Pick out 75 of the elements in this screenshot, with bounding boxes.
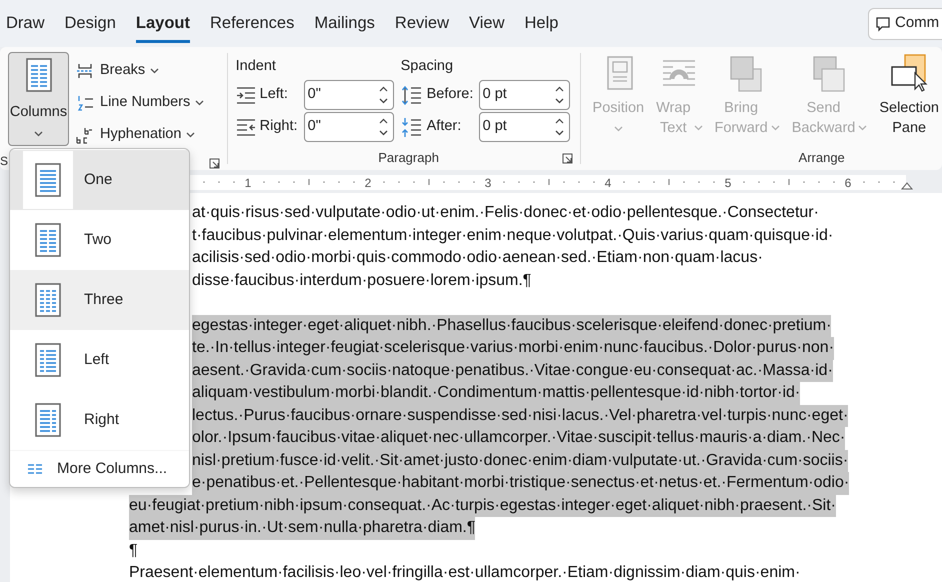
ribbon-button[interactable]: Breaks bbox=[74, 55, 162, 87]
ribbon-tab[interactable]: Draw bbox=[0, 0, 55, 47]
dialog-launcher-icon[interactable] bbox=[562, 153, 573, 164]
spin-up-icon[interactable] bbox=[378, 118, 388, 124]
ribbon-button[interactable]: Line Numbers bbox=[74, 87, 206, 119]
section-label: Indent bbox=[236, 57, 277, 76]
ruler-number: 6 bbox=[844, 176, 852, 190]
indent-marker[interactable] bbox=[900, 182, 914, 190]
ribbon-tab[interactable]: Help bbox=[514, 0, 568, 47]
menu-item[interactable]: Right bbox=[10, 390, 189, 450]
page-columns-icon bbox=[35, 403, 61, 437]
text-line: ¶ bbox=[129, 540, 138, 560]
text-line: at·quis·risus·sed·vulputate·odio·ut·enim.·Felis·donec·et·odio·pellentesque.·Consectetur· bbox=[192, 203, 819, 223]
ribbon-button[interactable]: Selection Pane bbox=[876, 47, 942, 146]
selection-pane-icon bbox=[889, 53, 930, 93]
ribbon-tab[interactable]: Mailings bbox=[304, 0, 385, 47]
field-label: Left: bbox=[260, 85, 289, 104]
ribbon-tab[interactable]: References bbox=[200, 0, 304, 47]
field-label: Before: bbox=[426, 85, 474, 104]
spin-down-icon[interactable] bbox=[554, 98, 564, 104]
comments-button[interactable]: Comm bbox=[868, 8, 942, 40]
columns-icon bbox=[27, 464, 43, 474]
spin-up-icon[interactable] bbox=[554, 118, 564, 124]
spin-down-icon[interactable] bbox=[378, 98, 388, 104]
number-field[interactable]: 0" bbox=[304, 112, 394, 142]
page-columns-icon bbox=[35, 163, 61, 197]
text-line: Praesent·elementum·facilisis·leo·vel·fringilla·est·ullamcorper.·Etiam·dignissim·diam·quis·enim· bbox=[129, 563, 800, 582]
menu-item[interactable]: Two bbox=[10, 210, 189, 270]
spacing-after-icon bbox=[400, 116, 423, 138]
group-label: Arrange bbox=[798, 149, 845, 168]
dialog-launcher-icon[interactable] bbox=[208, 158, 220, 169]
ruler-number: 2 bbox=[364, 176, 372, 190]
ribbon-tab[interactable]: Design bbox=[54, 0, 126, 47]
hyphenation-icon bbox=[76, 126, 94, 144]
ribbon-tab[interactable]: View bbox=[459, 0, 514, 47]
more-columns-item[interactable]: More Columns... bbox=[10, 451, 189, 487]
spin-up-icon[interactable] bbox=[378, 86, 388, 92]
ruler-number: 5 bbox=[724, 176, 732, 190]
text-line: disse·faucibus·interdum·posuere·lorem·ipsum.¶ bbox=[192, 270, 532, 290]
spin-up-icon[interactable] bbox=[554, 86, 564, 92]
indent-left-icon bbox=[236, 84, 256, 106]
caret-icon bbox=[195, 100, 204, 106]
text-line: t·faucibus·pulvinar·elementum·integer·enim·neque·volutpat.·Quis·varius·quam·quisque·id· bbox=[192, 226, 834, 246]
indent-right-icon bbox=[236, 116, 256, 138]
caret-icon bbox=[150, 68, 160, 74]
page-columns-icon bbox=[35, 343, 61, 377]
breaks-icon bbox=[76, 62, 94, 80]
section-label: Spacing bbox=[400, 57, 454, 76]
spin-down-icon[interactable] bbox=[378, 130, 388, 136]
number-field[interactable]: 0" bbox=[304, 80, 394, 110]
page-columns-icon bbox=[35, 223, 61, 257]
number-field[interactable]: 0 pt bbox=[478, 112, 570, 142]
columns-button[interactable]: Columns bbox=[8, 52, 69, 146]
menu-item[interactable]: Three bbox=[10, 270, 189, 330]
line-numbers-icon bbox=[76, 94, 94, 112]
ruler-number: 3 bbox=[484, 176, 492, 190]
menu-item[interactable]: Left bbox=[10, 330, 189, 390]
spin-down-icon[interactable] bbox=[554, 130, 564, 136]
text-line: acilisis·sed·odio·morbi·quis·commodo·odio·aenean·sed.·Etiam·non·quam·lacus· bbox=[192, 248, 763, 268]
caret-icon bbox=[34, 130, 43, 137]
columns-icon bbox=[26, 58, 52, 92]
ribbon-button[interactable]: Hyphenation bbox=[74, 119, 198, 151]
field-label: After: bbox=[426, 117, 462, 136]
spacing-before-icon bbox=[400, 84, 423, 106]
ruler-number: 1 bbox=[244, 176, 252, 190]
number-field[interactable]: 0 pt bbox=[478, 80, 570, 110]
field-label: Right: bbox=[260, 117, 299, 136]
group-label: Paragraph bbox=[378, 149, 439, 168]
ruler-number: 4 bbox=[604, 176, 612, 190]
comment-icon bbox=[875, 16, 891, 32]
ribbon-tab[interactable]: Review bbox=[384, 0, 460, 47]
page-columns-icon bbox=[35, 283, 61, 317]
menu-item[interactable]: One bbox=[10, 150, 189, 210]
caret-icon bbox=[186, 132, 196, 138]
group-label: S bbox=[0, 152, 8, 170]
